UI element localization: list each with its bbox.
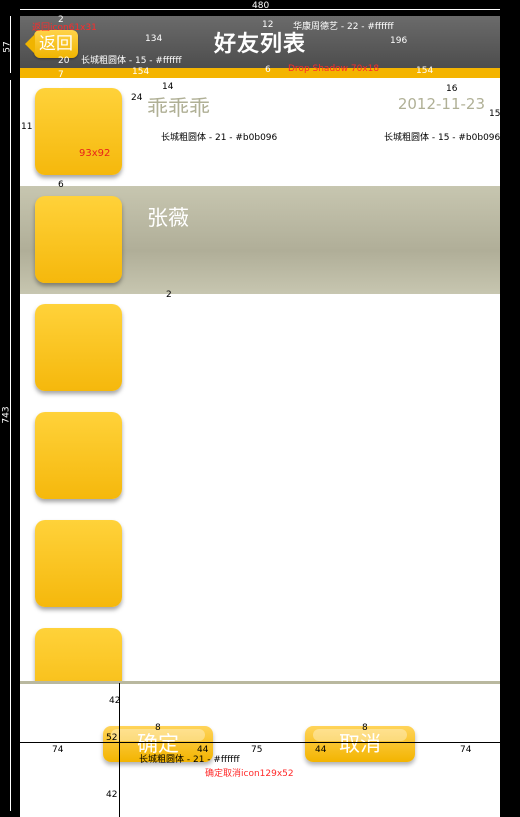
last-contact-date: 2012-11-23 <box>397 95 485 113</box>
dim-154: 154 <box>416 66 434 76</box>
dim-75: 75 <box>251 745 263 755</box>
dim-12: 12 <box>262 20 274 30</box>
height-total-label: 743 <box>1 406 12 424</box>
button-icon-note: 确定取消icon129x52 <box>205 769 294 779</box>
friend-row[interactable] <box>20 510 500 620</box>
title-font-note: 华康周德艺 - 22 - #ffffff <box>293 22 394 32</box>
dim-196: 196 <box>390 36 408 46</box>
dim-15: 15 <box>489 109 501 119</box>
dim-24: 24 <box>131 93 143 103</box>
avatar <box>35 304 122 391</box>
button-width-line <box>20 742 500 743</box>
dim-42: 42 <box>109 696 121 706</box>
name-font-note: 长城粗圆体 - 21 - #b0b096 <box>161 133 278 143</box>
avatar <box>35 196 122 283</box>
friend-row[interactable] <box>20 294 500 404</box>
date-font-note: 长城粗圆体 - 15 - #b0b096 <box>384 133 501 143</box>
dim-8: 8 <box>155 723 161 733</box>
header-height-label: 57 <box>2 41 13 53</box>
cancel-button[interactable]: 取消 <box>305 726 415 762</box>
dim-74: 74 <box>460 745 472 755</box>
dim-11: 11 <box>21 122 33 132</box>
friend-row[interactable] <box>20 402 500 512</box>
dim-20: 20 <box>58 56 70 66</box>
dim-8: 8 <box>58 81 64 91</box>
avatar-size-label: 93x92 <box>79 148 111 159</box>
dim-6: 6 <box>58 180 64 190</box>
friend-name: 张薇 <box>147 206 189 230</box>
dim-6: 6 <box>265 65 271 75</box>
button-gloss <box>313 729 407 741</box>
dim-14: 14 <box>162 82 174 92</box>
dim-42: 42 <box>106 790 118 800</box>
dim-74: 74 <box>52 745 64 755</box>
avatar <box>35 412 122 499</box>
avatar: 93x92 <box>35 88 122 175</box>
dim-8: 8 <box>362 723 368 733</box>
avatar <box>35 520 122 607</box>
back-icon-note: 返回icon61x31 <box>32 23 97 33</box>
dim-7: 7 <box>58 70 64 80</box>
dim-134: 134 <box>145 34 163 44</box>
button-font-note: 长城粗圆体 - 21 - #ffffff <box>139 755 240 765</box>
dim-2: 2 <box>58 15 64 25</box>
friend-name: 乖乖乖 <box>147 96 210 120</box>
dim-2: 2 <box>166 290 172 300</box>
dim-44: 44 <box>315 745 327 755</box>
back-font-note: 长城粗圆体 - 15 - #ffffff <box>81 56 182 66</box>
friend-row[interactable]: 张薇 <box>20 186 500 296</box>
width-total-label: 480 <box>252 1 270 11</box>
header-gap-note: Drop Shadow 70x18 <box>288 64 380 74</box>
dim-154: 154 <box>132 67 150 77</box>
dim-16: 16 <box>446 84 458 94</box>
height-dimension-line <box>10 80 11 811</box>
